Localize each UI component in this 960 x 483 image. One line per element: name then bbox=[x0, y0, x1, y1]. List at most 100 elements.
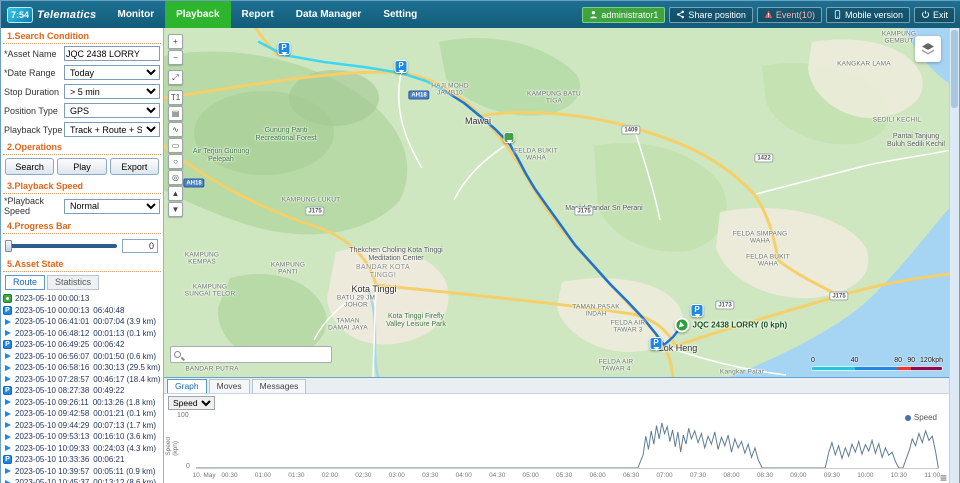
parking-marker[interactable]: P bbox=[278, 42, 291, 55]
asset-state-row[interactable]: P2023-05-10 08:27:3800:49:22 bbox=[3, 385, 161, 396]
asset-state-row[interactable]: P2023-05-10 00:00:1306:40:48 bbox=[3, 305, 161, 316]
asset-state-row[interactable]: 2023-05-10 09:53:1300:16:10 (3.6 km) bbox=[3, 431, 161, 442]
asset-name-input[interactable] bbox=[64, 46, 160, 61]
asset-name-row: *Asset Name bbox=[1, 44, 163, 63]
playback-speed-select[interactable]: Normal bbox=[64, 199, 160, 214]
x-axis-label: 05:30 bbox=[556, 472, 572, 479]
person-icon bbox=[589, 10, 598, 19]
nav-item-monitor[interactable]: Monitor bbox=[106, 1, 165, 28]
exit-button[interactable]: Exit bbox=[914, 7, 955, 23]
graph-tab-moves[interactable]: Moves bbox=[209, 379, 250, 393]
zoom-in-button[interactable]: + bbox=[168, 34, 183, 49]
zoom-out-button[interactable]: − bbox=[168, 50, 183, 65]
circle-tool-button[interactable]: ○ bbox=[168, 154, 183, 169]
vertical-scrollbar[interactable] bbox=[949, 28, 959, 483]
asset-tab-statistics[interactable]: Statistics bbox=[47, 275, 99, 290]
nav-item-playback[interactable]: Playback bbox=[165, 1, 230, 28]
moving-icon bbox=[3, 398, 12, 407]
asset-state-row[interactable]: 2023-05-10 09:42:5800:01:21 (0.1 km) bbox=[3, 408, 161, 419]
entry-detail: 00:01:13 (0.1 km) bbox=[93, 329, 156, 338]
chart-menu-button[interactable]: ≡ bbox=[940, 473, 947, 483]
asset-state-row[interactable]: 2023-05-10 06:48:1200:01:13 (0.1 km) bbox=[3, 328, 161, 339]
map-layers-button[interactable] bbox=[915, 36, 941, 62]
position-type-row: Position TypeGPS bbox=[1, 101, 163, 120]
x-axis-label: 03:00 bbox=[389, 472, 405, 479]
play-button[interactable]: Play bbox=[57, 158, 106, 175]
fullscreen-button[interactable]: ⤢ bbox=[168, 70, 183, 85]
parking-marker[interactable]: P bbox=[650, 337, 663, 350]
x-axis-label: 05:00 bbox=[523, 472, 539, 479]
speed-legend-tick: 40 bbox=[851, 357, 859, 364]
search-input[interactable] bbox=[184, 350, 328, 360]
graph-series-select[interactable]: Speed bbox=[168, 396, 215, 410]
asset-state-row[interactable]: 2023-05-10 10:45:3700:13:12 (8.6 km) bbox=[3, 477, 161, 483]
asset-state-row[interactable]: 2023-05-10 06:58:1600:30:13 (29.5 km) bbox=[3, 362, 161, 373]
parking-marker[interactable]: P bbox=[691, 304, 704, 317]
stop-duration-select[interactable]: > 5 min bbox=[64, 84, 160, 99]
parking-marker[interactable]: P bbox=[395, 60, 408, 73]
scrollbar-thumb[interactable] bbox=[951, 30, 958, 108]
share-position-button[interactable]: Share position bbox=[669, 7, 753, 23]
asset-state-row[interactable]: 2023-05-10 00:00:13 bbox=[3, 293, 161, 304]
start-icon bbox=[3, 294, 12, 303]
playback-type-label: Playback Type bbox=[4, 125, 64, 135]
search-button[interactable]: Search bbox=[5, 158, 54, 175]
asset-state-row[interactable]: 2023-05-10 10:39:5700:05:11 (0.9 km) bbox=[3, 466, 161, 477]
nav-item-report[interactable]: Report bbox=[231, 1, 285, 28]
asset-state-row[interactable]: 2023-05-10 09:26:1100:13:26 (1.8 km) bbox=[3, 397, 161, 408]
x-axis-label: 00:30 bbox=[221, 472, 237, 479]
export-button[interactable]: Export bbox=[110, 158, 159, 175]
moving-icon bbox=[3, 467, 12, 476]
asset-state-row[interactable]: P2023-05-10 10:33:3600:06:21 bbox=[3, 454, 161, 465]
share-position-button-label: Share position bbox=[688, 10, 746, 20]
phone-icon bbox=[833, 10, 842, 19]
graph-tab-graph[interactable]: Graph bbox=[167, 379, 207, 393]
date-range-select[interactable]: Today bbox=[64, 65, 160, 80]
asset-state-row[interactable]: 2023-05-10 10:09:3300:24:03 (4.3 km) bbox=[3, 443, 161, 454]
section-operations: 2.Operations bbox=[3, 139, 161, 155]
waypoint-marker[interactable] bbox=[504, 132, 515, 143]
search-icon bbox=[174, 351, 181, 358]
nav-item-setting[interactable]: Setting bbox=[372, 1, 428, 28]
chart-x-axis: 10. May00:3001:0001:3002:0002:3003:0003:… bbox=[196, 471, 939, 483]
curve-tool-button[interactable]: ∿ bbox=[168, 122, 183, 137]
rectangle-tool-button[interactable]: ▭ bbox=[168, 138, 183, 153]
pan-down-button[interactable]: ▼ bbox=[168, 202, 183, 217]
asset-state-row[interactable]: 2023-05-10 06:41:0100:07:04 (3.9 km) bbox=[3, 316, 161, 327]
moving-icon bbox=[3, 352, 12, 361]
pan-up-button[interactable]: ▲ bbox=[168, 186, 183, 201]
speed-legend-tick: 0 bbox=[811, 357, 815, 364]
entry-detail: 00:49:22 bbox=[93, 386, 124, 395]
playback-type-select[interactable]: Track + Route + Statisti bbox=[64, 122, 160, 137]
target-tool-button[interactable]: ◎ bbox=[168, 170, 183, 185]
asset-state-row[interactable]: 2023-05-10 06:56:0700:01:50 (0.6 km) bbox=[3, 351, 161, 362]
user-badge[interactable]: administrator1 bbox=[582, 7, 665, 23]
progress-slider[interactable] bbox=[6, 244, 117, 248]
asset-state-row[interactable]: P2023-05-10 06:49:2500:06:42 bbox=[3, 339, 161, 350]
x-axis-label: 02:00 bbox=[322, 472, 338, 479]
asset-marker[interactable]: JQC 2438 LORRY (0 kph) bbox=[675, 318, 690, 333]
parking-icon: P bbox=[3, 340, 12, 349]
nav-item-data-manager[interactable]: Data Manager bbox=[285, 1, 373, 28]
x-axis-label: 10:00 bbox=[857, 472, 873, 479]
layers-tool-button[interactable]: ▤ bbox=[168, 106, 183, 121]
graph-tab-messages[interactable]: Messages bbox=[252, 379, 307, 393]
x-axis-label: 09:30 bbox=[824, 472, 840, 479]
speed-legend: 0408090120kph bbox=[811, 357, 943, 371]
asset-state-row[interactable]: 2023-05-10 09:44:2900:07:13 (1.7 km) bbox=[3, 420, 161, 431]
section-asset-state: 5.Asset State bbox=[3, 256, 161, 272]
mobile-version-button[interactable]: Mobile version bbox=[826, 7, 910, 23]
moving-icon bbox=[3, 363, 12, 372]
parking-icon: P bbox=[3, 386, 12, 395]
asset-tab-route[interactable]: Route bbox=[5, 275, 45, 290]
progress-slider-handle[interactable] bbox=[5, 240, 12, 252]
asset-state-row[interactable]: 2023-05-10 07:28:5700:46:17 (18.4 km) bbox=[3, 374, 161, 385]
position-type-select[interactable]: GPS bbox=[64, 103, 160, 118]
map-canvas[interactable]: KAMPUNG GEMBUTKANGKAR LAMAHAJI MOHD JAMB… bbox=[164, 28, 951, 377]
label-tool-button[interactable]: T1 bbox=[168, 90, 183, 105]
x-axis-label: 08:00 bbox=[723, 472, 739, 479]
speed-legend-tick: 120kph bbox=[920, 357, 943, 364]
top-navbar: 7:54 Telematics MonitorPlaybackReportDat… bbox=[1, 1, 960, 28]
x-axis-label: 01:00 bbox=[255, 472, 271, 479]
events-button[interactable]: Event(10) bbox=[757, 7, 822, 23]
